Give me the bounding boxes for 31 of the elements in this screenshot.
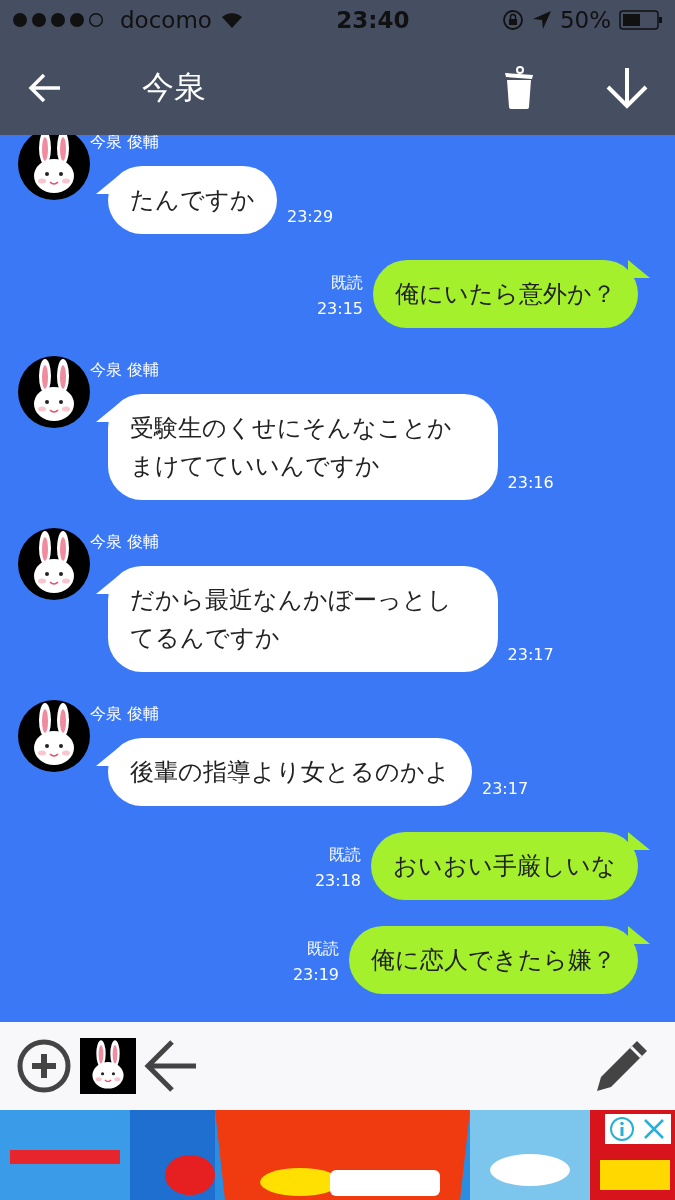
back-arrow-icon[interactable]	[144, 1038, 198, 1094]
sender-name: 今泉 俊輔	[90, 359, 161, 381]
sticker-icon[interactable]	[80, 1038, 136, 1094]
wifi-icon	[219, 11, 244, 29]
carrier-name: docomo	[120, 7, 212, 33]
clock-time: 23:40	[335, 7, 411, 33]
read-receipt: 既読	[329, 844, 361, 866]
rabbit-avatar[interactable]	[18, 528, 90, 600]
message-time: 23:17	[507, 644, 554, 666]
battery-icon	[619, 10, 663, 30]
rabbit-avatar[interactable]	[18, 700, 90, 772]
rabbit-avatar[interactable]	[18, 356, 90, 428]
trash-icon[interactable]	[503, 65, 535, 110]
read-receipt: 既読	[307, 938, 339, 960]
pencil-icon[interactable]	[595, 1039, 649, 1093]
down-arrow-icon[interactable]	[605, 65, 649, 110]
message-time: 23:19	[292, 964, 339, 986]
message-time: 23:15	[316, 298, 363, 320]
plus-circle-icon[interactable]	[16, 1038, 72, 1094]
rotation-lock-icon	[501, 9, 524, 31]
message-time: 23:18	[314, 870, 361, 892]
chat-title: 今泉	[142, 66, 207, 108]
message-time: 23:16	[507, 472, 554, 494]
read-receipt: 既読	[331, 272, 363, 294]
rabbit-avatar[interactable]	[18, 135, 90, 200]
message-time: 23:17	[482, 778, 529, 800]
message-time: 23:29	[287, 206, 334, 228]
sender-name: 今泉 俊輔	[90, 703, 161, 725]
battery-percent: 50%	[559, 7, 611, 33]
location-arrow-icon	[531, 10, 552, 30]
sender-name: 今泉 俊輔	[90, 531, 161, 553]
